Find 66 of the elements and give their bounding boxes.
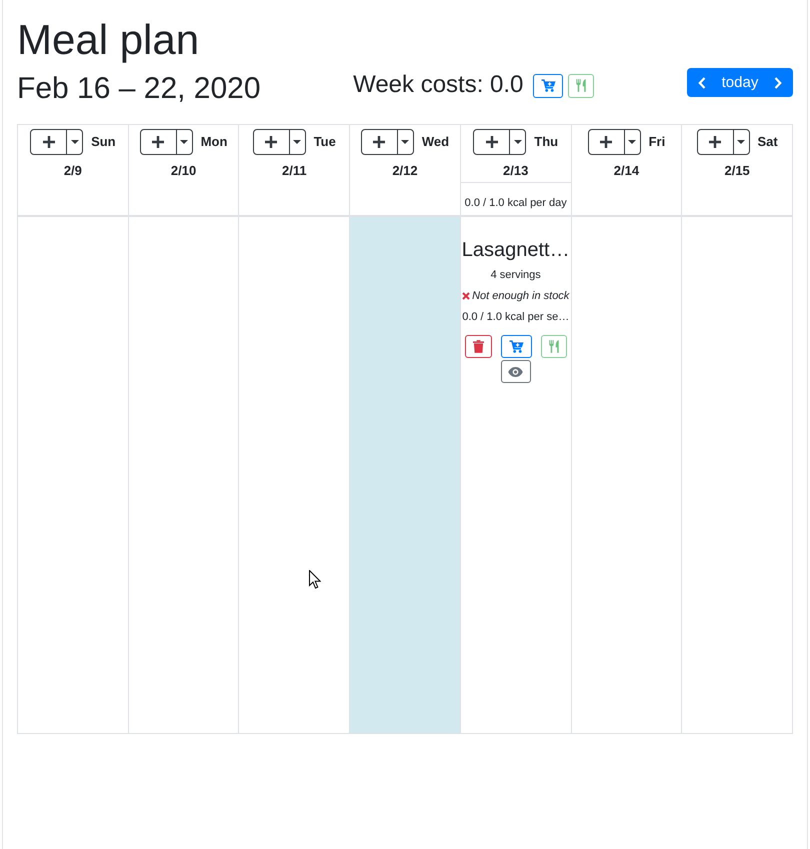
stock-status-text: Not enough in stock (472, 289, 570, 304)
day-date: 2/15 (724, 162, 750, 180)
calories-text: 0.0 / 1.0 kcal per se… (462, 310, 570, 326)
today-button[interactable]: today (716, 68, 763, 98)
cart-button[interactable] (533, 74, 564, 98)
add-button[interactable] (30, 129, 68, 156)
add-button[interactable] (252, 129, 290, 156)
dropdown-toggle[interactable] (624, 129, 641, 156)
dropdown-toggle[interactable] (176, 129, 193, 156)
day-name: Sun (91, 133, 116, 152)
trash-button[interactable] (464, 335, 492, 358)
plus-icon (151, 135, 166, 150)
day-name: Wed (422, 133, 450, 152)
cart-icon (540, 79, 556, 92)
plus-icon (372, 135, 386, 150)
utensils-icon (576, 79, 586, 92)
day-name: Thu (534, 133, 558, 152)
day-date: 2/12 (392, 162, 418, 180)
caret-icon (514, 140, 522, 144)
caret-icon (293, 140, 302, 144)
prev-button[interactable] (686, 68, 717, 98)
caret-icon (180, 140, 188, 144)
day-date: 2/14 (614, 162, 640, 180)
dropdown-toggle[interactable] (509, 129, 526, 156)
eye-icon (508, 366, 524, 377)
page-title: Meal plan (17, 15, 200, 65)
plus-icon (708, 135, 722, 150)
caret-icon (737, 140, 746, 144)
dropdown-toggle[interactable] (66, 129, 84, 156)
mouse-pointer-icon (309, 570, 321, 589)
week-costs-text: Week costs: 0.0 (353, 71, 524, 100)
day-date: 2/10 (170, 162, 196, 180)
plus-icon (599, 135, 614, 150)
day-date: 2/9 (64, 162, 82, 180)
trash-icon (472, 340, 484, 354)
day-date: 2/13 (503, 162, 528, 180)
day-name: Sat (758, 133, 778, 152)
day-name: Mon (200, 133, 228, 152)
day-name: Fri (648, 133, 666, 152)
caret-icon (401, 140, 410, 144)
plus-icon (484, 135, 499, 150)
chevron-left-icon (698, 76, 706, 89)
caret-icon (70, 140, 79, 144)
daily-calories-text: 0.0 / 1.0 kcal per day (464, 197, 567, 210)
dropdown-toggle[interactable] (732, 129, 750, 156)
chevron-right-icon (774, 76, 782, 89)
day-date: 2/11 (282, 162, 307, 180)
eye-button[interactable] (500, 360, 531, 384)
dropdown-toggle[interactable] (396, 129, 414, 156)
meal-title[interactable]: Lasagnett… (462, 238, 570, 262)
next-button[interactable] (762, 68, 793, 98)
add-button[interactable] (473, 129, 510, 156)
add-button[interactable] (696, 129, 734, 156)
cart-button[interactable] (500, 335, 532, 358)
add-button[interactable] (360, 129, 398, 156)
plus-icon (42, 135, 56, 150)
day-name: Tue (314, 133, 336, 152)
plus-icon (264, 135, 278, 150)
cart-icon (508, 340, 524, 354)
utensils-icon (548, 340, 559, 354)
servings-text: 4 servings (490, 268, 541, 284)
add-button[interactable] (588, 129, 625, 156)
add-button[interactable] (140, 129, 177, 156)
caret-icon (628, 140, 636, 144)
week-range-heading: Feb 16 – 22, 2020 (17, 71, 261, 108)
dropdown-toggle[interactable] (288, 129, 306, 156)
